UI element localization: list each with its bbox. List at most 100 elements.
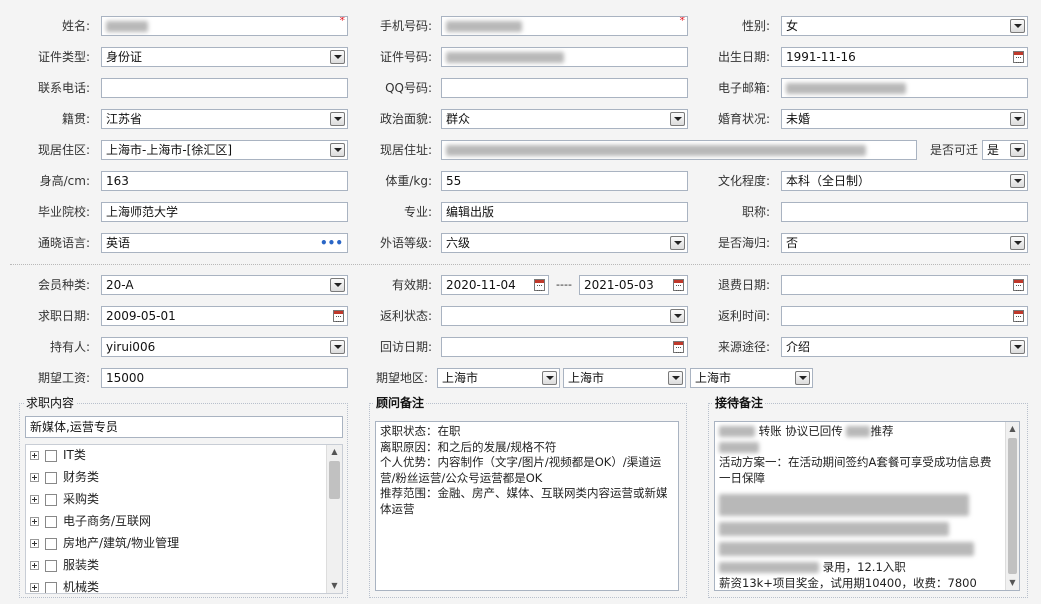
overseas-select[interactable]: 否: [781, 233, 1028, 253]
chevron-down-icon[interactable]: [542, 371, 557, 385]
expand-icon[interactable]: [30, 517, 39, 526]
calendar-icon[interactable]: [1013, 279, 1024, 291]
name-field[interactable]: *: [101, 16, 348, 36]
region-province-select[interactable]: 上海市: [437, 368, 560, 388]
weight-field[interactable]: 55: [441, 171, 688, 191]
reception-notes-textarea[interactable]: 转账 协议已回传 推荐 活动方案一：在活动期间签约A套餐可享受成功信息费一日保障…: [714, 421, 1020, 591]
origin-select[interactable]: 江苏省: [101, 109, 348, 129]
expand-icon[interactable]: [30, 583, 39, 592]
chevron-down-icon[interactable]: [670, 112, 685, 126]
tree-item[interactable]: 采购类: [30, 489, 99, 509]
tree-item[interactable]: 服装类: [30, 555, 99, 575]
chevron-down-icon[interactable]: [670, 309, 685, 323]
expand-icon[interactable]: [30, 539, 39, 548]
checkbox[interactable]: [45, 581, 57, 593]
reception-hire-line: 录用，12.1入职: [822, 560, 906, 574]
gender-select[interactable]: 女: [781, 16, 1028, 36]
scroll-thumb[interactable]: [329, 461, 340, 499]
education-select[interactable]: 本科（全日制）: [781, 171, 1028, 191]
valid-label: 有效期:: [391, 278, 432, 292]
visit-date-field[interactable]: [441, 337, 688, 357]
checkbox[interactable]: [45, 515, 57, 528]
scroll-up-icon[interactable]: ▲: [327, 445, 342, 459]
job-title-field[interactable]: [781, 202, 1028, 222]
mobile-field[interactable]: *: [441, 16, 688, 36]
expand-icon[interactable]: [30, 495, 39, 504]
residence-addr-field[interactable]: [441, 140, 917, 160]
chevron-down-icon[interactable]: [330, 340, 345, 354]
birth-date-field[interactable]: 1991-11-16: [781, 47, 1028, 67]
checkbox[interactable]: [45, 449, 57, 462]
chevron-down-icon[interactable]: [1010, 19, 1025, 33]
height-field[interactable]: 163: [101, 171, 348, 191]
tree-item[interactable]: 机械类: [30, 577, 99, 593]
chevron-down-icon[interactable]: [1010, 340, 1025, 354]
tree-item[interactable]: 房地产/建筑/物业管理: [30, 533, 179, 553]
expand-icon[interactable]: [30, 473, 39, 482]
job-date-field[interactable]: 2009-05-01: [101, 306, 348, 326]
advisor-notes-textarea[interactable]: 求职状态：在职 离职原因：和之后的发展/规格不符 个人优势：内容制作（文字/图片…: [375, 421, 679, 591]
region-district-select[interactable]: 上海市: [690, 368, 813, 388]
scroll-thumb[interactable]: [1008, 438, 1017, 574]
tree-item[interactable]: 财务类: [30, 467, 99, 487]
calendar-icon[interactable]: [534, 279, 545, 291]
chevron-down-icon[interactable]: [330, 143, 345, 157]
refund-date-field[interactable]: [781, 275, 1028, 295]
checkbox[interactable]: [45, 537, 57, 550]
id-type-select[interactable]: 身份证: [101, 47, 348, 67]
scroll-down-icon[interactable]: ▼: [1006, 576, 1019, 590]
scroll-up-icon[interactable]: ▲: [1006, 422, 1019, 436]
residence-area-label: 现居住区:: [37, 143, 90, 157]
calendar-icon[interactable]: [673, 279, 684, 291]
redacted-text: [719, 562, 819, 573]
chevron-down-icon[interactable]: [1010, 236, 1025, 250]
valid-to-field[interactable]: 2021-05-03: [579, 275, 688, 295]
expand-icon[interactable]: [30, 561, 39, 570]
politics-select[interactable]: 群众: [441, 109, 688, 129]
calendar-icon[interactable]: [673, 341, 684, 353]
qq-field[interactable]: [441, 78, 688, 98]
tree-scrollbar[interactable]: ▲ ▼: [326, 445, 342, 593]
relocate-select[interactable]: 是: [982, 140, 1028, 160]
calendar-icon[interactable]: [1013, 310, 1024, 322]
rebate-time-field[interactable]: [781, 306, 1028, 326]
salary-field[interactable]: 15000: [101, 368, 348, 388]
checkbox[interactable]: [45, 559, 57, 572]
source-select[interactable]: 介绍: [781, 337, 1028, 357]
valid-from-field[interactable]: 2020-11-04: [441, 275, 549, 295]
chevron-down-icon[interactable]: [1010, 143, 1025, 157]
residence-area-select[interactable]: 上海市-上海市-[徐汇区]: [101, 140, 348, 160]
scroll-down-icon[interactable]: ▼: [327, 579, 342, 593]
email-field[interactable]: [781, 78, 1028, 98]
checkbox[interactable]: [45, 471, 57, 484]
school-field[interactable]: 上海师范大学: [101, 202, 348, 222]
language-field[interactable]: 英语 •••: [101, 233, 348, 253]
tree-item[interactable]: IT类: [30, 445, 86, 465]
chevron-down-icon[interactable]: [668, 371, 683, 385]
chevron-down-icon[interactable]: [795, 371, 810, 385]
chevron-down-icon[interactable]: [1010, 112, 1025, 126]
calendar-icon[interactable]: [333, 310, 344, 322]
major-field[interactable]: 编辑出版: [441, 202, 688, 222]
reception-scrollbar[interactable]: ▲ ▼: [1005, 422, 1019, 590]
chevron-down-icon[interactable]: [330, 278, 345, 292]
marital-select[interactable]: 未婚: [781, 109, 1028, 129]
lang-level-select[interactable]: 六级: [441, 233, 688, 253]
expand-icon[interactable]: [30, 451, 39, 460]
region-city-select[interactable]: 上海市: [563, 368, 686, 388]
tree-item[interactable]: 电子商务/互联网: [30, 511, 151, 531]
chevron-down-icon[interactable]: [330, 112, 345, 126]
phone-field[interactable]: [101, 78, 348, 98]
holder-select[interactable]: yirui006: [101, 337, 348, 357]
holder-label: 持有人:: [49, 340, 90, 354]
job-selected-field[interactable]: 新媒体,运营专员: [25, 416, 343, 438]
checkbox[interactable]: [45, 493, 57, 506]
rebate-status-select[interactable]: [441, 306, 688, 326]
chevron-down-icon[interactable]: [1010, 174, 1025, 188]
member-type-select[interactable]: 20-A: [101, 275, 348, 295]
chevron-down-icon[interactable]: [670, 236, 685, 250]
more-options-icon[interactable]: •••: [320, 237, 343, 249]
chevron-down-icon[interactable]: [330, 50, 345, 64]
calendar-icon[interactable]: [1013, 51, 1024, 63]
id-no-field[interactable]: [441, 47, 688, 67]
